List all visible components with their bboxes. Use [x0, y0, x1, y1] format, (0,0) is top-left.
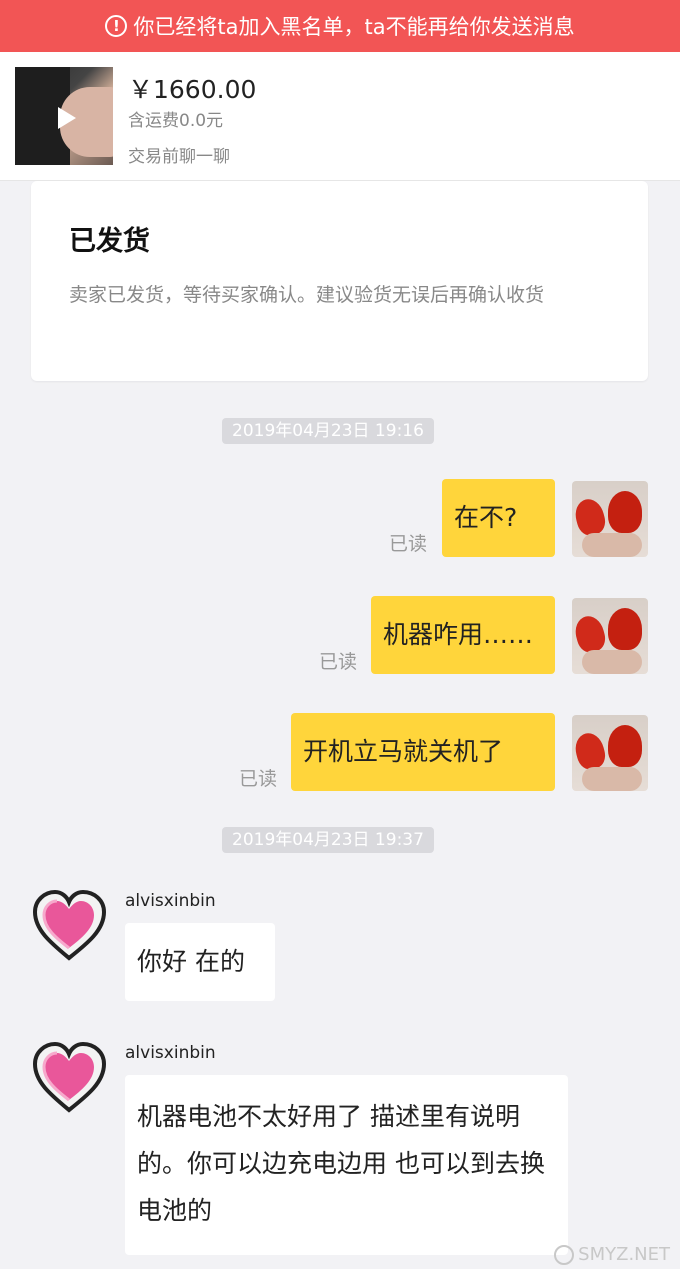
product-price: ￥1660.00 — [128, 75, 257, 104]
chat-before-trade-label: 交易前聊一聊 — [128, 147, 230, 167]
product-summary[interactable]: ￥1660.00 含运费0.0元 交易前聊一聊 — [0, 52, 680, 181]
read-receipt: 已读 — [389, 533, 428, 555]
my-avatar[interactable] — [572, 715, 648, 791]
product-thumbnail[interactable] — [15, 67, 113, 165]
order-status-description: 卖家已发货，等待买家确认。建议验货无误后再确认收货 — [69, 284, 545, 306]
my-avatar[interactable] — [572, 598, 648, 674]
shipping-fee: 含运费0.0元 — [128, 111, 224, 131]
watermark-text: SMYZ.NET — [578, 1244, 670, 1265]
outgoing-message[interactable]: 在不? — [442, 479, 555, 557]
outgoing-message[interactable]: 开机立马就关机了 — [291, 713, 555, 791]
sender-username: alvisxinbin — [125, 1043, 216, 1063]
heart-avatar[interactable] — [31, 888, 108, 965]
blacklist-banner: ! 你已经将ta加入黑名单，ta不能再给你发送消息 — [0, 0, 680, 52]
my-avatar[interactable] — [572, 481, 648, 557]
incoming-message[interactable]: 你好 在的 — [125, 923, 275, 1001]
read-receipt: 已读 — [319, 651, 358, 673]
watermark: SMYZ.NET — [554, 1244, 670, 1265]
sender-username: alvisxinbin — [125, 891, 216, 911]
blacklist-banner-text: 你已经将ta加入黑名单，ta不能再给你发送消息 — [133, 15, 575, 39]
order-status-title: 已发货 — [69, 226, 150, 257]
heart-avatar[interactable] — [31, 1040, 108, 1117]
play-icon[interactable] — [58, 107, 76, 129]
chat-timestamp: 2019年04月23日 19:37 — [222, 827, 434, 853]
incoming-message[interactable]: 机器电池不太好用了 描述里有说明的。你可以边充电边用 也可以到去换电池的 — [125, 1075, 568, 1255]
read-receipt: 已读 — [239, 768, 278, 790]
chat-timestamp: 2019年04月23日 19:16 — [222, 418, 434, 444]
order-status-card[interactable]: 已发货 卖家已发货，等待买家确认。建议验货无误后再确认收货 — [31, 181, 648, 381]
outgoing-message[interactable]: 机器咋用…… — [371, 596, 555, 674]
alert-circle-icon: ! — [105, 15, 128, 37]
watermark-logo-icon — [554, 1244, 575, 1265]
